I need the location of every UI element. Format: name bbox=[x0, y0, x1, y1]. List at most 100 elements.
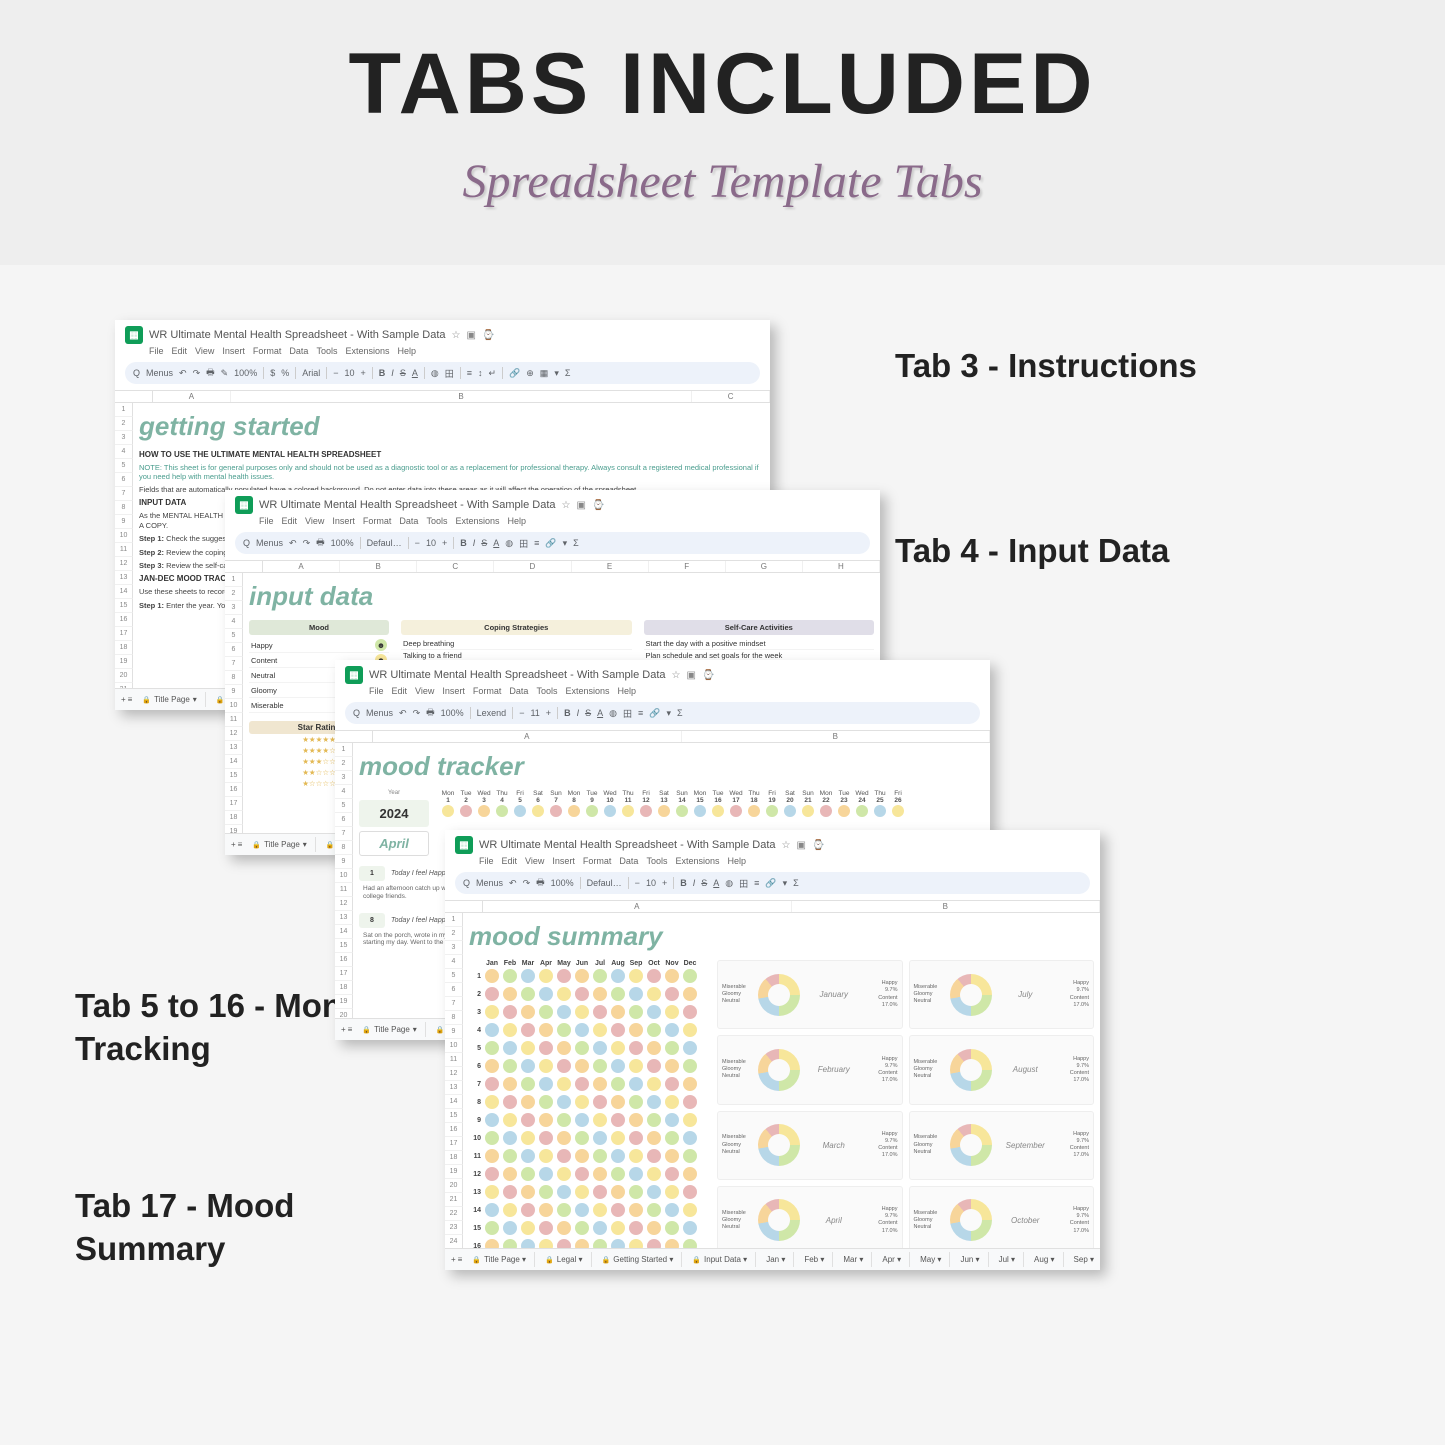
underline-icon[interactable]: A bbox=[412, 368, 418, 378]
all-sheets-icon[interactable]: ≡ bbox=[238, 840, 243, 849]
menu-view[interactable]: View bbox=[195, 346, 214, 356]
menu-edit[interactable]: Edit bbox=[282, 516, 298, 526]
redo-icon[interactable]: ↷ bbox=[193, 368, 201, 379]
menu-format[interactable]: Format bbox=[363, 516, 392, 526]
menu-data[interactable]: Data bbox=[289, 346, 308, 356]
undo-icon[interactable]: ↶ bbox=[399, 708, 407, 719]
tab-title-page[interactable]: 🔒Title Page ▾ bbox=[244, 837, 315, 852]
sheet-tab[interactable]: 🔒Getting Started ▾ bbox=[594, 1252, 683, 1267]
paint-icon[interactable]: ✎ bbox=[221, 368, 229, 379]
toolbar-menus[interactable]: Menus bbox=[256, 538, 283, 548]
functions-icon[interactable]: Σ bbox=[565, 368, 571, 378]
col-b[interactable]: B bbox=[231, 391, 693, 402]
menu-insert[interactable]: Insert bbox=[332, 516, 355, 526]
year-cell[interactable]: 2024 bbox=[359, 800, 429, 827]
print-icon[interactable]: 🖶 bbox=[316, 535, 325, 551]
filter-icon[interactable]: ▾ bbox=[554, 368, 559, 379]
menu-help[interactable]: Help bbox=[397, 346, 416, 356]
wrap-icon[interactable]: ↵ bbox=[488, 368, 496, 379]
font-picker[interactable]: Lexend bbox=[477, 708, 507, 718]
col-a[interactable]: A bbox=[153, 391, 231, 402]
menu-extensions[interactable]: Extensions bbox=[345, 346, 389, 356]
menu-help[interactable]: Help bbox=[617, 686, 636, 696]
zoom[interactable]: 100% bbox=[234, 368, 257, 378]
menu-format[interactable]: Format bbox=[253, 346, 282, 356]
doc-title[interactable]: WR Ultimate Mental Health Spreadsheet - … bbox=[149, 329, 446, 341]
doc-title[interactable]: WR Ultimate Mental Health Spreadsheet - … bbox=[259, 499, 556, 511]
menu-extensions[interactable]: Extensions bbox=[565, 686, 609, 696]
folder-icon[interactable]: ▣ bbox=[686, 670, 695, 681]
sheet-tab[interactable]: Sep ▾ bbox=[1066, 1252, 1100, 1267]
menu-tools[interactable]: Tools bbox=[426, 516, 447, 526]
tab-title-page[interactable]: 🔒Title Page ▾ bbox=[134, 692, 205, 707]
italic-icon[interactable]: I bbox=[391, 368, 394, 378]
link-icon[interactable]: 🔗 bbox=[509, 368, 520, 379]
add-sheet-icon[interactable]: + bbox=[121, 695, 126, 704]
add-sheet-icon[interactable]: + bbox=[451, 1255, 456, 1264]
col-c[interactable]: C bbox=[692, 391, 770, 402]
bold-icon[interactable]: B bbox=[460, 538, 467, 548]
menu-insert[interactable]: Insert bbox=[442, 686, 465, 696]
font-picker[interactable]: Arial bbox=[302, 368, 320, 378]
fill-icon[interactable]: ◍ bbox=[431, 368, 439, 379]
sheet-tab[interactable]: May ▾ bbox=[912, 1252, 950, 1267]
font-size-minus[interactable]: − bbox=[415, 538, 420, 548]
tab-title-page[interactable]: 🔒Title Page ▾ bbox=[354, 1022, 425, 1037]
menu-view[interactable]: View bbox=[305, 516, 324, 526]
menu-insert[interactable]: Insert bbox=[222, 346, 245, 356]
filter-icon[interactable]: ▾ bbox=[563, 538, 568, 549]
sheet-tab[interactable]: Feb ▾ bbox=[796, 1252, 833, 1267]
add-sheet-icon[interactable]: + bbox=[341, 1025, 346, 1034]
sheet-tab[interactable]: 🔒Legal ▾ bbox=[537, 1252, 592, 1267]
sheet-tab[interactable]: 🔒Input Data ▾ bbox=[684, 1252, 756, 1267]
font-size-plus[interactable]: + bbox=[442, 538, 447, 548]
all-sheets-icon[interactable]: ≡ bbox=[128, 695, 133, 704]
star-icon[interactable]: ☆ bbox=[672, 670, 681, 681]
print-icon[interactable]: 🖶 bbox=[206, 365, 215, 381]
add-sheet-icon[interactable]: + bbox=[231, 840, 236, 849]
menu-view[interactable]: View bbox=[415, 686, 434, 696]
menu-data[interactable]: Data bbox=[509, 686, 528, 696]
redo-icon[interactable]: ↷ bbox=[413, 708, 421, 719]
star-icon[interactable]: ☆ bbox=[452, 330, 461, 341]
font-size-plus[interactable]: + bbox=[361, 368, 366, 378]
menu-edit[interactable]: Edit bbox=[172, 346, 188, 356]
folder-icon[interactable]: ▣ bbox=[466, 330, 475, 341]
comment-icon[interactable]: ⊕ bbox=[526, 368, 534, 379]
all-sheets-icon[interactable]: ≡ bbox=[458, 1255, 463, 1264]
sheet-tab[interactable]: Jul ▾ bbox=[991, 1252, 1024, 1267]
sheet-tab[interactable]: Apr ▾ bbox=[874, 1252, 910, 1267]
select-all[interactable] bbox=[225, 561, 263, 572]
all-sheets-icon[interactable]: ≡ bbox=[348, 1025, 353, 1034]
menu-help[interactable]: Help bbox=[507, 516, 526, 526]
redo-icon[interactable]: ↷ bbox=[303, 538, 311, 549]
underline-icon[interactable]: A bbox=[493, 538, 499, 548]
zoom[interactable]: 100% bbox=[331, 538, 354, 548]
folder-icon[interactable]: ▣ bbox=[576, 500, 585, 511]
undo-icon[interactable]: ↶ bbox=[289, 538, 297, 549]
borders-icon[interactable]: 田 bbox=[445, 367, 454, 380]
star-icon[interactable]: ☆ bbox=[562, 500, 571, 511]
menu-file[interactable]: File bbox=[259, 516, 274, 526]
menu-file[interactable]: File bbox=[369, 686, 384, 696]
insert-icon[interactable]: ▦ bbox=[540, 368, 549, 379]
menu-tools[interactable]: Tools bbox=[316, 346, 337, 356]
cell-content[interactable]: mood summary JanFebMarAprMayJunJulAugSep… bbox=[463, 913, 1100, 1270]
folder-icon[interactable]: ▣ bbox=[796, 840, 805, 851]
search-icon[interactable]: Q bbox=[243, 538, 250, 548]
italic-icon[interactable]: I bbox=[473, 538, 476, 548]
search-icon[interactable]: Q bbox=[133, 368, 140, 378]
strike-icon[interactable]: S bbox=[400, 368, 406, 378]
undo-icon[interactable]: ↶ bbox=[179, 368, 187, 379]
select-all[interactable] bbox=[115, 391, 153, 402]
menu-data[interactable]: Data bbox=[399, 516, 418, 526]
font-size[interactable]: 10 bbox=[426, 538, 436, 548]
print-icon[interactable]: 🖶 bbox=[426, 705, 435, 721]
sheet-tab[interactable]: Mar ▾ bbox=[835, 1252, 872, 1267]
font-size-minus[interactable]: − bbox=[333, 368, 338, 378]
sheet-tab[interactable]: Aug ▾ bbox=[1026, 1252, 1063, 1267]
menu-tools[interactable]: Tools bbox=[536, 686, 557, 696]
align-icon[interactable]: ≡ bbox=[467, 368, 472, 378]
align-icon[interactable]: ≡ bbox=[534, 538, 539, 548]
month-cell[interactable]: April bbox=[359, 831, 429, 856]
